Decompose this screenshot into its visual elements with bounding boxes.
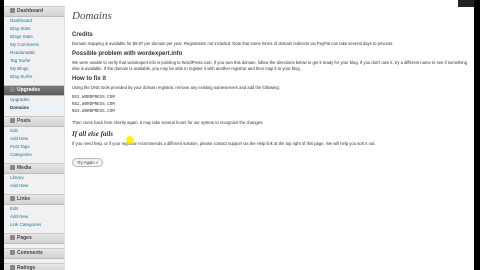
nameserver-3[interactable]: NS3.WORDPRESS.COM (72, 109, 470, 116)
sidebar-section-label: Comments (17, 250, 43, 256)
sidebar-section-label: Dashboard (17, 8, 44, 14)
sidebar-item-blog-surfer[interactable]: Blog Surfer (4, 73, 64, 81)
sidebar-item-readomattic[interactable]: Readomattic (4, 49, 64, 57)
sidebar-item-blog-stats[interactable]: Blog Stats (4, 25, 64, 33)
sidebar-item-tag-surfer[interactable]: Tag Surfer (4, 57, 64, 65)
sidebar-item-edit[interactable]: Edit (4, 127, 64, 135)
nameserver-2[interactable]: NS2.WORDPRESS.COM (72, 102, 470, 109)
fix-heading: How to fix it (72, 76, 106, 82)
sidebar-section-posts[interactable]: Posts (4, 116, 64, 127)
sidebar-section-media[interactable]: Media (4, 163, 64, 174)
sidebar-section-label: Links (17, 196, 31, 202)
problem-heading: Possible problem with wordexpert.info (72, 51, 183, 57)
sidebar-item-add-new[interactable]: Add New (4, 213, 64, 221)
fix-text: Using the DNS tools provided by your dom… (72, 85, 280, 90)
after-text: Then come back here shortly again. It ma… (72, 120, 264, 125)
sidebar-item-my-comments[interactable]: My Comments (4, 41, 64, 49)
sidebar-item-add-new[interactable]: Add New (4, 182, 64, 190)
sidebar-section-label: Pages (17, 235, 32, 241)
sidebar-section-label: Upgrades (17, 87, 41, 93)
menu-icon (10, 165, 15, 171)
sidebar-section-links[interactable]: Links (4, 194, 64, 205)
try-again-button[interactable]: Try Again » (72, 158, 104, 167)
sidebar-item-library[interactable]: Library (4, 174, 64, 182)
credits-heading: Credits (72, 32, 93, 38)
credits-text: Domain mapping is available for $9.97 pe… (72, 41, 394, 46)
page-title: Domains (72, 10, 112, 22)
sidebar-item-add-new[interactable]: Add New (4, 135, 64, 143)
sidebar-item-upgrades[interactable]: Upgrades (4, 96, 64, 104)
sidebar-section-ratings[interactable]: Ratings (4, 263, 64, 270)
menu-icon (10, 118, 15, 124)
menu-icon (10, 196, 15, 202)
admin-sidebar: Dashboard Dashboard Blog Stats Blogs Stats M… (4, 6, 65, 270)
sidebar-item-post-tags[interactable]: Post Tags (4, 143, 64, 151)
sidebar-section-label: Ratings (17, 265, 36, 270)
menu-icon (10, 250, 15, 256)
sidebar-section-dashboard[interactable]: Dashboard (4, 6, 64, 17)
sidebar-section-label: Posts (17, 118, 31, 124)
sidebar-item-edit[interactable]: Edit (4, 205, 64, 213)
cursor-highlight (126, 136, 134, 144)
menu-icon (10, 8, 15, 14)
menu-icon (10, 265, 15, 270)
menu-icon (10, 87, 15, 93)
nameserver-list: NS1.WORDPRESS.COM NS2.WORDPRESS.COM NS3.… (72, 95, 470, 116)
sidebar-section-comments[interactable]: Comments (4, 248, 64, 259)
browser-frame: Dashboard Dashboard Blog Stats Blogs Stats M… (4, 0, 474, 270)
menu-icon (10, 235, 15, 241)
nameserver-1[interactable]: NS1.WORDPRESS.COM (72, 95, 470, 102)
sidebar-section-upgrades[interactable]: Upgrades (4, 85, 64, 96)
sidebar-item-blogs-stats[interactable]: Blogs Stats (4, 33, 64, 41)
sidebar-item-categories[interactable]: Categories (4, 151, 64, 159)
sidebar-item-my-blogs[interactable]: My Blogs (4, 65, 64, 73)
sidebar-section-label: Media (17, 165, 32, 171)
problem-text: We were unable to verify that wordexpert… (72, 60, 468, 71)
sidebar-item-domains[interactable]: Domains (4, 104, 64, 112)
sidebar-item-dashboard[interactable]: Dashboard (4, 17, 64, 25)
sidebar-item-link-categories[interactable]: Link Categories (4, 221, 64, 229)
sidebar-section-pages[interactable]: Pages (4, 233, 64, 244)
